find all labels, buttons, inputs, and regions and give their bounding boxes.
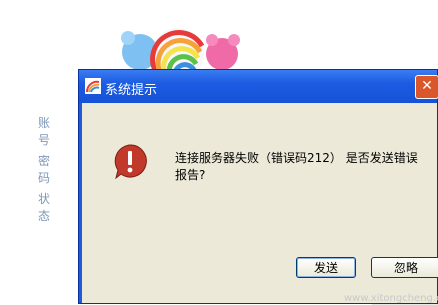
error-icon <box>114 144 147 179</box>
close-button[interactable]: ✕ <box>415 75 438 99</box>
dialog-title: 系统提示 <box>105 83 158 98</box>
watermark: www.xitongcheng.com <box>344 293 438 304</box>
app-icon <box>85 78 101 94</box>
send-button[interactable]: 发送 <box>296 257 356 278</box>
status-label: 状态 <box>38 192 63 223</box>
ignore-button[interactable]: 忽略 <box>371 257 438 278</box>
password-label: 密码 <box>38 154 63 185</box>
error-dialog: 系统提示 ✕ 连接服务器失败（错误码212） 是否发送错误报告? 发送 忽略 w… <box>78 69 438 304</box>
dialog-body: 连接服务器失败（错误码212） 是否发送错误报告? 发送 忽略 www.xito… <box>82 103 438 304</box>
account-label: 账号 <box>38 116 63 147</box>
error-message: 连接服务器失败（错误码212） 是否发送错误报告? <box>175 151 418 182</box>
title-bar[interactable]: 系统提示 ✕ <box>79 70 438 103</box>
